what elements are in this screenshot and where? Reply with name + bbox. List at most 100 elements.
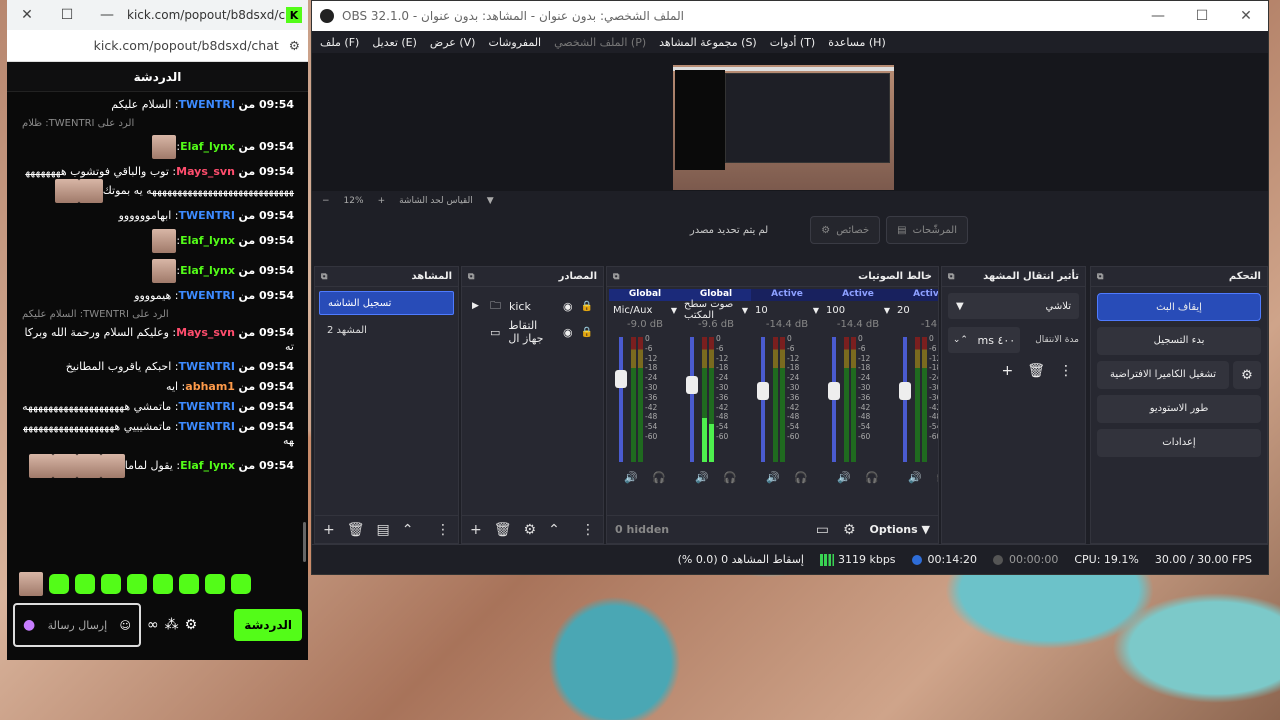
filter-icon[interactable]: ▤ xyxy=(377,522,390,538)
fader-knob[interactable] xyxy=(828,382,840,400)
minimize-icon[interactable]: — xyxy=(1136,8,1180,24)
scene-item[interactable]: المشهد 2 xyxy=(319,319,454,343)
maximize-icon[interactable]: ☐ xyxy=(47,0,87,30)
scene-item[interactable]: تسجيل الشاشه xyxy=(319,291,454,315)
menu-item[interactable]: مساعدة (H) xyxy=(828,36,886,49)
eye-icon[interactable]: ◉ xyxy=(563,300,573,313)
more-icon[interactable]: ⋮ xyxy=(1059,363,1073,379)
close-icon[interactable]: ✕ xyxy=(1224,8,1268,24)
emote-icon[interactable] xyxy=(127,574,147,594)
volume-fader[interactable] xyxy=(899,337,911,462)
message-username[interactable]: TWENTRI xyxy=(179,420,235,433)
preview-canvas[interactable] xyxy=(673,65,894,190)
message-username[interactable]: TWENTRI xyxy=(179,400,235,413)
add-icon[interactable]: + xyxy=(1001,363,1013,379)
properties-button[interactable]: ⚙ خصائص xyxy=(810,216,881,244)
undock-icon[interactable]: ⧉ xyxy=(613,272,619,282)
emote-icon[interactable] xyxy=(179,574,199,594)
trash-icon[interactable]: 🗑 xyxy=(347,522,365,538)
message-username[interactable]: TWENTRI xyxy=(179,289,235,302)
zoom-out-icon[interactable]: − xyxy=(322,196,330,206)
message-username[interactable]: Elaf_lynx xyxy=(180,264,235,277)
headphones-icon[interactable]: 🎧 xyxy=(723,471,737,484)
speaker-icon[interactable]: 🔊 xyxy=(908,471,922,484)
layout-icon[interactable]: ▭ xyxy=(816,522,829,538)
scrollbar[interactable] xyxy=(303,522,306,562)
lock-icon[interactable]: 🔒 xyxy=(581,301,593,312)
message-username[interactable]: Elaf_lynx xyxy=(180,459,235,472)
speaker-icon[interactable]: 🔊 xyxy=(695,471,709,484)
undock-icon[interactable]: ⧉ xyxy=(468,272,474,282)
trash-icon[interactable]: 🗑 xyxy=(494,522,512,538)
muted-speaker-icon[interactable]: 🔊 xyxy=(624,471,638,484)
infinity-icon[interactable]: ∞ xyxy=(147,617,159,633)
add-icon[interactable]: + xyxy=(470,522,482,538)
filters-button[interactable]: ▤ المرشّحات xyxy=(886,216,968,244)
fader-knob[interactable] xyxy=(899,382,911,400)
lock-icon[interactable]: 🔒 xyxy=(581,327,593,338)
source-item[interactable]: ▶ 🗀 kick ◉ 🔒 xyxy=(462,293,603,319)
stop-stream-button[interactable]: إيقاف البث xyxy=(1097,293,1261,321)
headphones-icon[interactable]: 🎧 xyxy=(652,471,666,484)
chat-send-button[interactable]: الدردشة xyxy=(234,609,302,641)
emote-icon[interactable] xyxy=(75,574,95,594)
message-username[interactable]: Elaf_lynx xyxy=(180,140,235,153)
emote-icon[interactable] xyxy=(153,574,173,594)
menu-item[interactable]: تعديل (E) xyxy=(372,36,417,49)
emote-icon[interactable] xyxy=(101,574,121,594)
volume-fader[interactable] xyxy=(686,337,698,462)
gear-icon[interactable]: ⚙ xyxy=(524,522,537,538)
emote-icon[interactable] xyxy=(19,572,43,596)
expand-icon[interactable]: ▶ xyxy=(472,301,482,311)
maximize-icon[interactable]: ☐ xyxy=(1180,8,1224,24)
settings-button[interactable]: إعدادات xyxy=(1097,429,1261,457)
emoji-icon[interactable]: ☺ xyxy=(120,619,131,632)
fader-knob[interactable] xyxy=(615,370,627,388)
menu-item[interactable]: أدوات (T) xyxy=(770,36,816,49)
headphones-icon[interactable]: 🎧 xyxy=(865,471,879,484)
move-up-icon[interactable]: ⌃ xyxy=(548,522,560,538)
chevron-down-icon[interactable]: ▼ xyxy=(671,306,677,315)
duration-input[interactable]: ٤٠٠ ms ⌃⌄ xyxy=(948,327,1020,353)
transition-select[interactable]: تلاشي ▼ xyxy=(948,293,1079,319)
speaker-icon[interactable]: 🔊 xyxy=(837,471,851,484)
source-item[interactable]: ▭ التقاط جهاز ال ◉ 🔒 xyxy=(462,319,603,345)
spin-icon[interactable]: ⌃⌄ xyxy=(953,335,968,345)
fader-knob[interactable] xyxy=(686,376,698,394)
message-username[interactable]: Mays_svn xyxy=(176,165,235,178)
add-icon[interactable]: + xyxy=(323,522,335,538)
chevron-down-icon[interactable]: ▼ xyxy=(884,306,890,315)
tune-icon[interactable]: ⚙ xyxy=(289,38,300,53)
url-bar[interactable]: kick.com/popout/b8dsxd/chat ⚙ xyxy=(7,30,308,62)
undock-icon[interactable]: ⧉ xyxy=(1097,272,1103,282)
channel-name-row[interactable]: Mic/Aux ▼ xyxy=(609,301,681,319)
chevron-down-icon[interactable]: ▼ xyxy=(813,306,819,315)
preview-area[interactable] xyxy=(312,53,1268,191)
undock-icon[interactable]: ⧉ xyxy=(321,272,327,282)
headphones-icon[interactable]: 🎧 xyxy=(794,471,808,484)
headphones-icon[interactable]: 🎧 xyxy=(936,471,938,484)
mic-icon[interactable]: ● xyxy=(23,617,35,633)
message-username[interactable]: abham1 xyxy=(185,380,235,393)
volume-fader[interactable] xyxy=(828,337,840,462)
more-icon[interactable]: ⋮ xyxy=(581,522,595,538)
menu-item[interactable]: الملف الشخصي (P) xyxy=(554,36,646,49)
message-username[interactable]: TWENTRI xyxy=(179,360,235,373)
chat-input[interactable]: ● إرسال رسالة ☺ xyxy=(13,603,141,647)
share-icon[interactable]: ⁂ xyxy=(165,617,179,633)
message-username[interactable]: TWENTRI xyxy=(179,98,235,111)
advanced-audio-icon[interactable]: ⚙ xyxy=(843,522,856,538)
more-icon[interactable]: ⋮ xyxy=(436,522,450,538)
gear-icon[interactable]: ⚙ xyxy=(185,617,198,633)
zoom-in-icon[interactable]: + xyxy=(378,196,386,206)
menu-item[interactable]: ملف (F) xyxy=(320,36,359,49)
chevron-down-icon[interactable]: ▼ xyxy=(742,306,748,315)
minimize-icon[interactable]: — xyxy=(87,0,127,30)
channel-name-row[interactable]: 10 ▼ xyxy=(751,301,823,319)
volume-fader[interactable] xyxy=(615,337,627,462)
eye-icon[interactable]: ◉ xyxy=(563,326,573,339)
start-recording-button[interactable]: بدء التسجيل xyxy=(1097,327,1261,355)
speaker-icon[interactable]: 🔊 xyxy=(766,471,780,484)
options-button[interactable]: Options ▼ xyxy=(870,523,931,536)
undock-icon[interactable]: ⧉ xyxy=(948,272,954,282)
